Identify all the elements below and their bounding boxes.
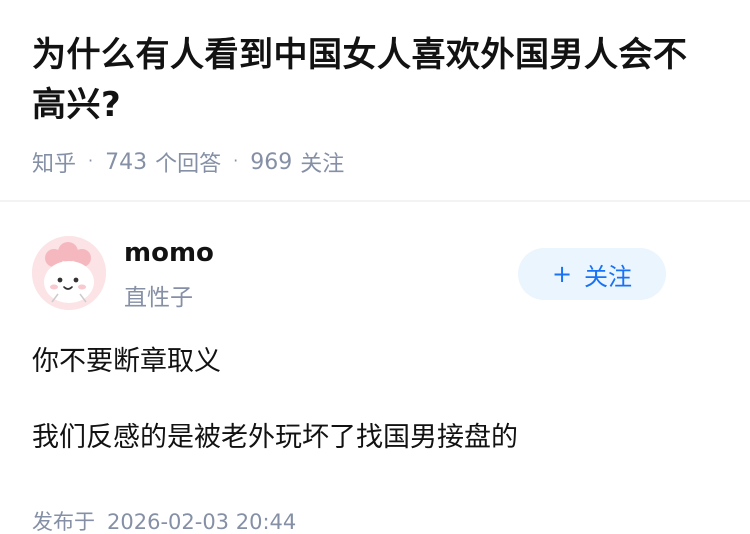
cartoon-avatar-icon[interactable] xyxy=(32,236,106,310)
follower-count-unit: 关注 xyxy=(300,152,345,177)
source-label[interactable]: 知乎 xyxy=(32,146,76,178)
meta-separator: · xyxy=(88,150,94,170)
answer-paragraph: 你不要断章取义 xyxy=(32,346,221,377)
meta-separator: · xyxy=(233,150,239,170)
author-bio: 直性子 xyxy=(124,285,193,311)
plus-icon: + xyxy=(551,260,573,288)
question-header: 为什么有人看到中国女人喜欢外国男人会不高兴? 知乎 · 743 个回答 · 96… xyxy=(0,0,750,177)
answer-content: 你不要断章取义 我们反感的是被老外玩坏了找国男接盘的 xyxy=(32,342,718,458)
answer-count-unit: 个回答 xyxy=(155,152,222,177)
answer-count: 743 xyxy=(105,149,148,175)
published-label: 发布于 xyxy=(32,510,95,534)
follow-button-label: 关注 xyxy=(584,262,633,291)
question-meta: 知乎 · 743 个回答 · 969 关注 xyxy=(32,146,718,178)
author-name[interactable]: momo xyxy=(124,238,214,268)
published-time: 2026-02-03 20:44 xyxy=(107,510,297,534)
author-row: momo 直性子 + 关注 xyxy=(32,202,718,322)
answer-paragraph: 我们反感的是被老外玩坏了找国男接盘的 xyxy=(32,422,518,453)
answer-card: momo 直性子 + 关注 你不要断章取义 我们反感的是被老外玩坏了找国男接盘的… xyxy=(0,202,750,534)
follower-count: 969 xyxy=(250,149,293,175)
publish-info: 发布于 2026-02-03 20:44 xyxy=(32,506,718,534)
question-title[interactable]: 为什么有人看到中国女人喜欢外国男人会不高兴? xyxy=(32,30,718,130)
answer-page: 为什么有人看到中国女人喜欢外国男人会不高兴? 知乎 · 743 个回答 · 96… xyxy=(0,0,750,534)
follow-button[interactable]: + 关注 xyxy=(518,248,666,300)
